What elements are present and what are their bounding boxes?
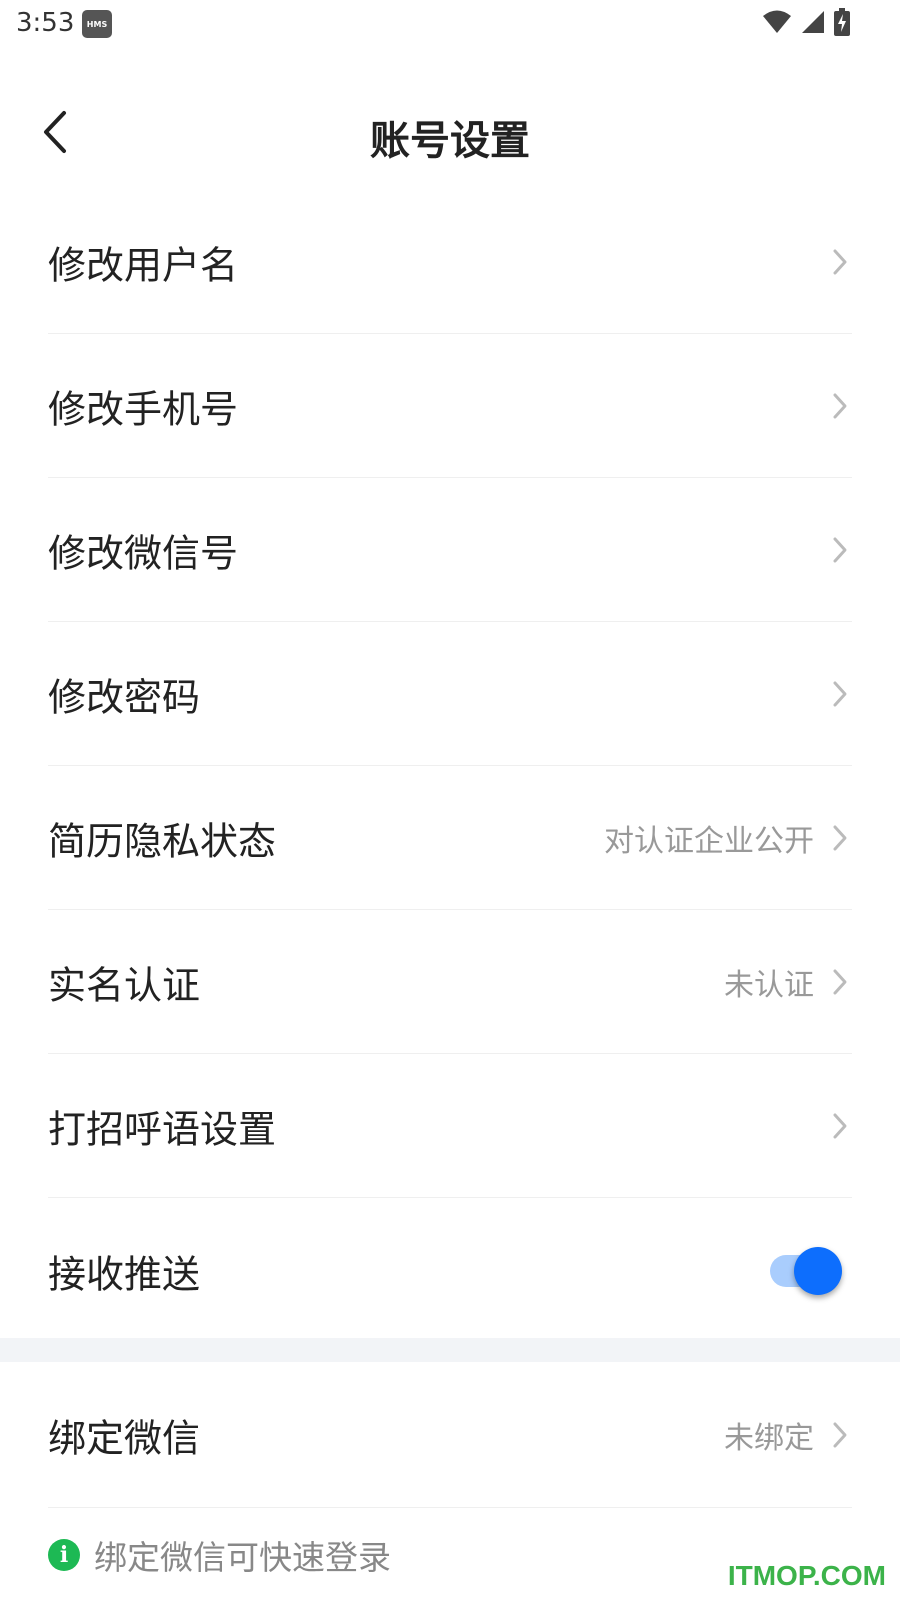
settings-row-label: 实名认证 — [48, 963, 201, 1007]
settings-row-label: 绑定微信 — [48, 1416, 201, 1460]
info-icon: i — [48, 1539, 80, 1571]
settings-row-label: 修改密码 — [48, 675, 201, 719]
push-toggle[interactable] — [770, 1246, 842, 1296]
toggle-thumb — [794, 1246, 842, 1295]
settings-row-password[interactable]: 修改密码 — [48, 622, 852, 766]
chevron-right-icon — [833, 825, 847, 850]
hms-badge: HMS — [82, 10, 112, 38]
chevron-right-icon — [833, 969, 847, 994]
settings-row-value: 未绑定 — [724, 1420, 814, 1456]
settings-row-value: 未认证 — [724, 967, 814, 1003]
status-bar: 3:53 HMS — [0, 0, 900, 50]
settings-row-push: 接收推送 — [48, 1198, 852, 1343]
status-icons — [762, 8, 850, 36]
chevron-right-icon — [833, 537, 847, 562]
settings-row-real-name[interactable]: 实名认证 未认证 — [48, 910, 852, 1054]
settings-row-resume-privacy[interactable]: 简历隐私状态 对认证企业公开 — [48, 766, 852, 910]
nav-bar: 账号设置 — [0, 80, 900, 190]
settings-row-greeting[interactable]: 打招呼语设置 — [48, 1054, 852, 1198]
watermark: ITMOP.COM — [727, 1560, 886, 1591]
settings-row-bind-wechat[interactable]: 绑定微信 未绑定 — [48, 1362, 852, 1508]
hint-text: 绑定微信可快速登录 — [94, 1538, 391, 1577]
chevron-right-icon — [833, 681, 847, 706]
signal-icon — [802, 11, 824, 33]
settings-row-phone[interactable]: 修改手机号 — [48, 334, 852, 478]
settings-row-label: 简历隐私状态 — [48, 819, 277, 863]
wifi-icon — [763, 10, 791, 33]
settings-list: 修改用户名 修改手机号 修改微信号 修改密码 简历隐私状态 对认证企业公开 实名… — [0, 190, 900, 1343]
chevron-right-icon — [833, 249, 847, 274]
battery-icon — [834, 8, 850, 36]
settings-row-label: 修改手机号 — [48, 387, 239, 431]
settings-row-label: 修改用户名 — [48, 243, 239, 287]
settings-row-wechat-id[interactable]: 修改微信号 — [48, 478, 852, 622]
section-divider — [0, 1338, 900, 1362]
settings-row-label: 修改微信号 — [48, 531, 239, 575]
chevron-right-icon — [833, 393, 847, 418]
page-title: 账号设置 — [370, 118, 530, 164]
chevron-right-icon — [833, 1113, 847, 1138]
settings-row-value: 对认证企业公开 — [604, 823, 814, 859]
settings-row-username[interactable]: 修改用户名 — [48, 190, 852, 334]
status-time: 3:53 — [16, 8, 75, 38]
settings-row-label: 接收推送 — [48, 1252, 201, 1296]
chevron-right-icon — [833, 1422, 847, 1447]
wechat-hint: i 绑定微信可快速登录 — [48, 1530, 391, 1580]
settings-row-label: 打招呼语设置 — [48, 1107, 277, 1151]
